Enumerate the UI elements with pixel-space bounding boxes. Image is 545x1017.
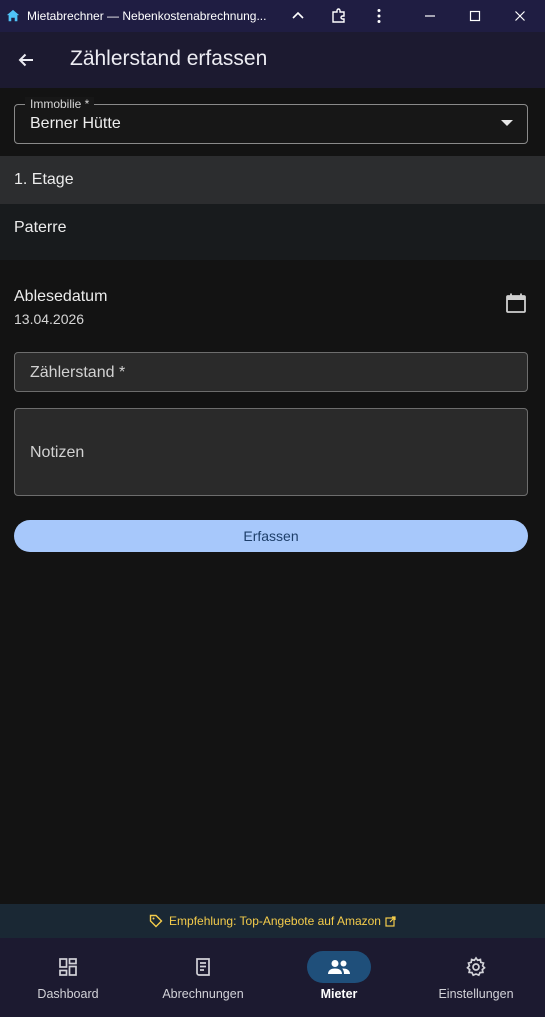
- reading-date: Ablesedatum 13.04.2026: [0, 282, 545, 332]
- close-icon[interactable]: [500, 0, 540, 32]
- floor-item-label: 1. Etage: [14, 171, 74, 188]
- reading-date-value: 13.04.2026: [14, 311, 85, 327]
- minimize-icon[interactable]: [410, 0, 450, 32]
- window-titlebar: Mietabrechner — Nebenkostenabrechnung...: [0, 0, 545, 32]
- nav-item-dashboard[interactable]: Dashboard: [0, 938, 136, 1017]
- property-select-value: Berner Hütte: [30, 115, 121, 132]
- notes-placeholder: Notizen: [30, 444, 85, 461]
- dropdown-arrow-icon: [501, 120, 513, 126]
- people-icon: [307, 951, 371, 983]
- nav-item-einstellungen[interactable]: Einstellungen: [408, 938, 544, 1017]
- notes-input[interactable]: Notizen: [14, 408, 528, 496]
- receipt-icon: [171, 951, 235, 983]
- app-bar: Zählerstand erfassen: [0, 32, 545, 88]
- submit-button[interactable]: Erfassen: [14, 520, 528, 552]
- floor-item-1-etage[interactable]: 1. Etage: [0, 156, 545, 204]
- nav-item-label: Abrechnungen: [162, 987, 244, 1001]
- calendar-icon[interactable]: [505, 292, 527, 314]
- external-link-icon: [385, 915, 396, 927]
- meter-reading-placeholder: Zählerstand *: [30, 364, 126, 381]
- nav-item-label: Mieter: [320, 987, 358, 1001]
- nav-item-mieter[interactable]: Mieter: [271, 938, 407, 1017]
- tag-icon: [149, 914, 163, 928]
- maximize-icon[interactable]: [455, 0, 495, 32]
- nav-item-abrechnungen[interactable]: Abrechnungen: [135, 938, 271, 1017]
- floor-list: 1. Etage Paterre: [0, 156, 545, 260]
- nav-item-label: Dashboard: [37, 987, 99, 1001]
- ad-banner[interactable]: Empfehlung: Top-Angebote auf Amazon: [0, 904, 545, 938]
- floor-item-label: Paterre: [14, 219, 67, 236]
- arrow-left-icon[interactable]: [12, 46, 40, 74]
- window-title: Mietabrechner — Nebenkostenabrechnung...: [27, 9, 267, 23]
- dashboard-icon: [36, 951, 100, 983]
- chevron-up-icon[interactable]: [278, 0, 318, 32]
- bottom-navigation: Dashboard Abrechnungen Mieter Einstellun…: [0, 938, 545, 1017]
- meter-reading-input[interactable]: Zählerstand *: [14, 352, 528, 392]
- page-title: Zählerstand erfassen: [70, 47, 268, 70]
- nav-item-label: Einstellungen: [438, 987, 514, 1001]
- gear-icon: [444, 951, 508, 983]
- extension-icon[interactable]: [319, 0, 359, 32]
- property-select-label: Immobilie *: [25, 97, 95, 111]
- more-vert-icon[interactable]: [359, 0, 399, 32]
- property-select[interactable]: Immobilie * Berner Hütte: [14, 97, 528, 144]
- floor-item-paterre[interactable]: Paterre: [0, 204, 545, 260]
- ad-text: Empfehlung: Top-Angebote auf Amazon: [169, 914, 381, 928]
- home-app-icon: [5, 8, 21, 24]
- reading-date-label: Ablesedatum: [14, 288, 108, 305]
